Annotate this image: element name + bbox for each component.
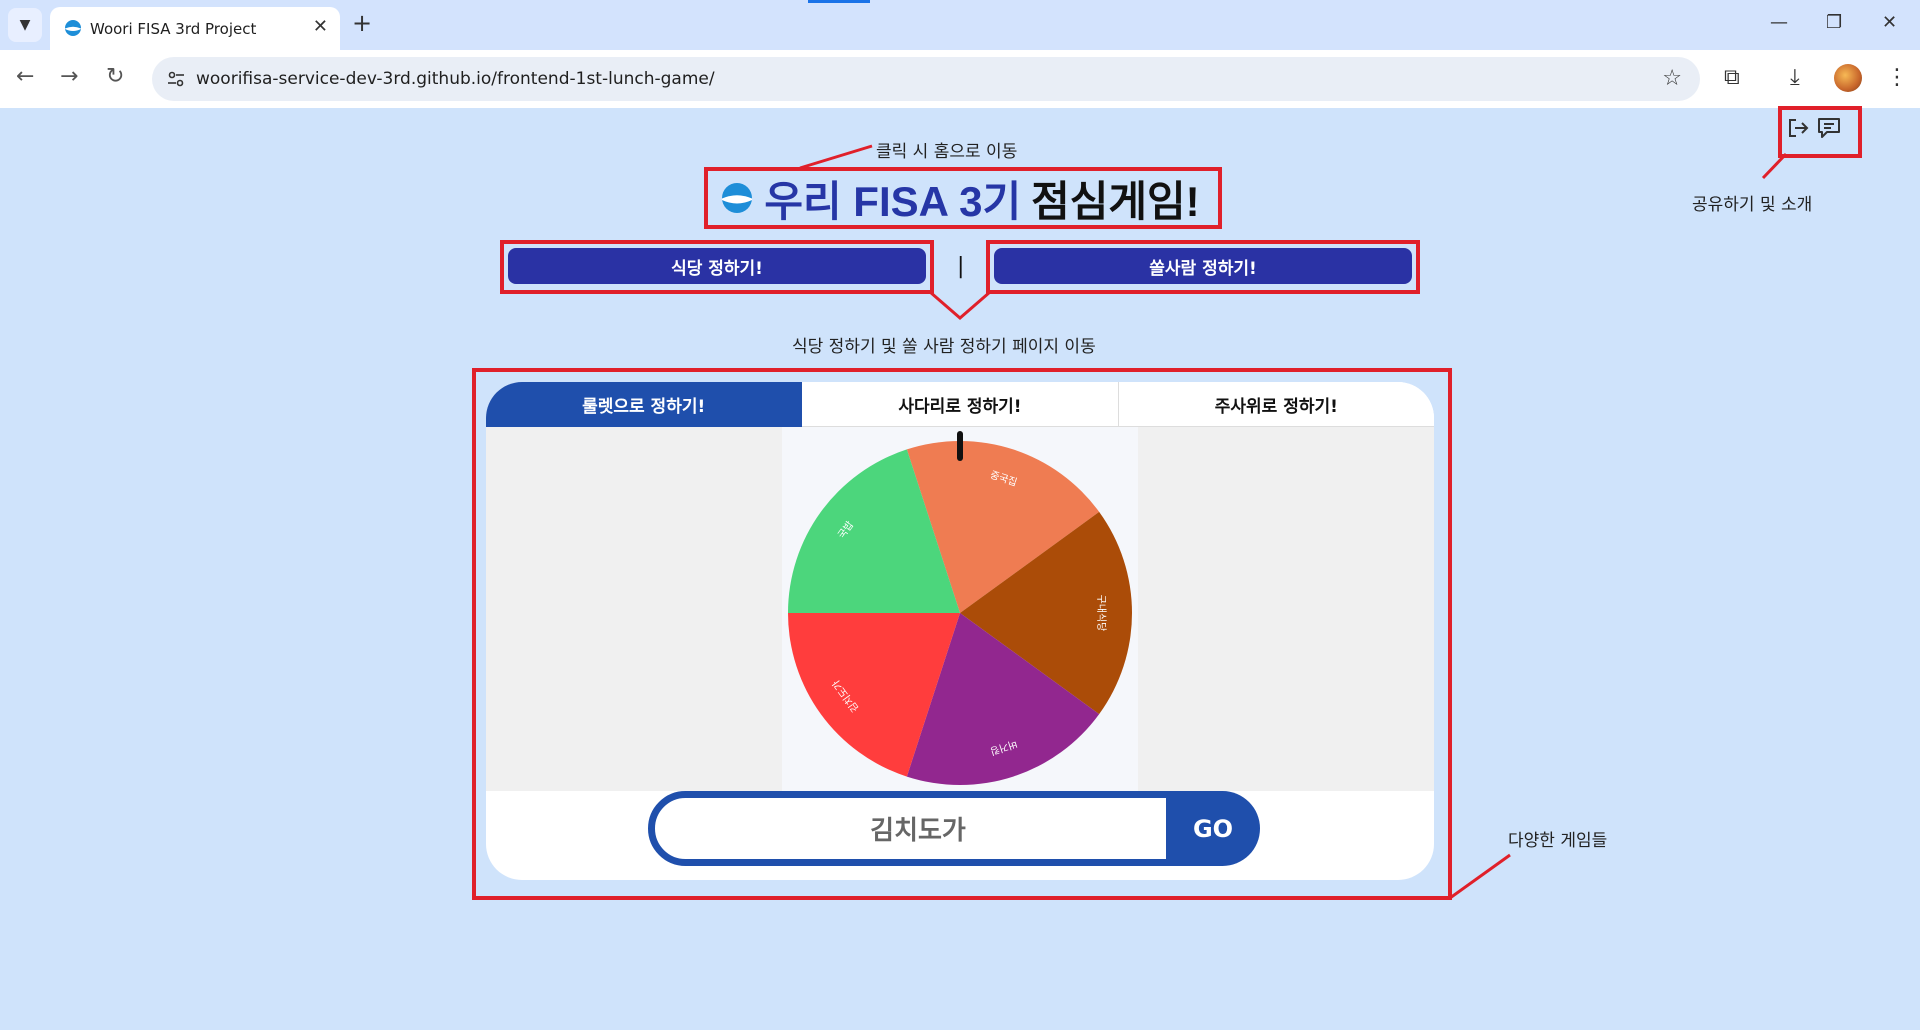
annotation-box-payer <box>986 240 1420 294</box>
url-text: woorifisa-service-dev-3rd.github.io/fron… <box>196 69 715 89</box>
annotation-box-restaurant <box>500 240 934 294</box>
close-tab-icon[interactable]: ✕ <box>313 16 328 37</box>
forward-button[interactable]: → <box>60 64 78 89</box>
close-window-button[interactable]: ✕ <box>1882 12 1897 33</box>
profile-avatar[interactable] <box>1834 64 1862 92</box>
extensions-icon[interactable]: ⧉ <box>1724 65 1740 90</box>
annotation-box-title <box>704 167 1222 229</box>
annotation-box-share <box>1778 106 1862 158</box>
browser-tab-active[interactable]: Woori FISA 3rd Project ✕ <box>50 7 340 50</box>
nav-divider: | <box>957 254 965 279</box>
annotation-box-games <box>472 368 1452 900</box>
tab-search-button[interactable]: ▼ <box>8 8 42 42</box>
annotation-home-click: 클릭 시 홈으로 이동 <box>876 142 1018 162</box>
reload-button[interactable]: ↻ <box>106 64 124 89</box>
menu-kebab-icon[interactable]: ⋮ <box>1886 65 1908 90</box>
new-tab-button[interactable]: + <box>352 9 372 37</box>
bookmark-star-icon[interactable]: ☆ <box>1662 66 1682 91</box>
restore-button[interactable]: ❐ <box>1826 12 1842 33</box>
download-icon[interactable]: ⤓ <box>1790 65 1800 90</box>
browser-tab-strip: ▼ Woori FISA 3rd Project ✕ + — ❐ ✕ <box>0 0 1920 50</box>
address-bar[interactable]: woorifisa-service-dev-3rd.github.io/fron… <box>152 57 1700 101</box>
annotation-share-intro: 공유하기 및 소개 <box>1692 195 1813 215</box>
annotation-page-move: 식당 정하기 및 쏠 사람 정하기 페이지 이동 <box>792 337 1096 357</box>
woori-logo-icon <box>65 20 81 36</box>
back-button[interactable]: ← <box>16 64 34 89</box>
site-settings-icon[interactable] <box>166 69 186 89</box>
loading-indicator <box>808 0 870 3</box>
tab-title: Woori FISA 3rd Project <box>90 20 257 38</box>
chevron-down-icon: ▼ <box>19 17 31 33</box>
browser-toolbar: ← → ↻ woorifisa-service-dev-3rd.github.i… <box>0 50 1920 108</box>
minimize-button[interactable]: — <box>1770 12 1788 33</box>
annotation-various-games: 다양한 게임들 <box>1508 831 1608 851</box>
